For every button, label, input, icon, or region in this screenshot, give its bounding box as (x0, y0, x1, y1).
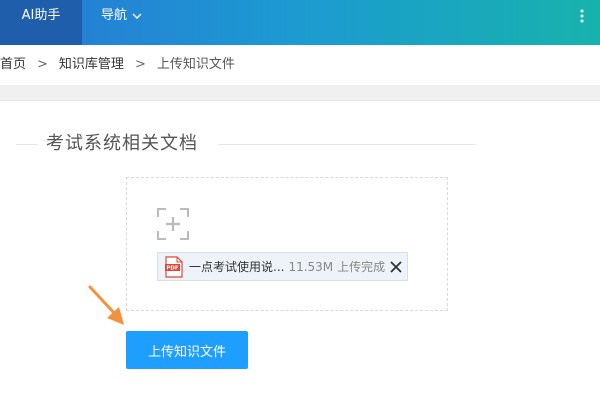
file-upload-status: 上传完成 (337, 260, 386, 274)
breadcrumb-knowledge-base[interactable]: 知识库管理 (59, 45, 124, 85)
nav-tab-ai-assistant-label: AI助手 (21, 8, 61, 23)
close-icon[interactable] (389, 260, 403, 274)
chevron-down-icon (132, 13, 142, 19)
nav-tab-ai-assistant[interactable]: AI助手 (0, 0, 82, 45)
nav-dropdown[interactable]: 导航 (101, 0, 143, 32)
breadcrumb-separator: > (37, 57, 48, 72)
pdf-file-icon: PDF (165, 255, 183, 278)
add-file-icon[interactable] (157, 208, 189, 240)
breadcrumb: 首页 > 知识库管理 > 上传知识文件 (0, 45, 600, 86)
section-line-right (218, 144, 476, 145)
top-nav-bar: AI助手 导航 (0, 0, 600, 45)
file-size: 11.53M (288, 259, 334, 274)
annotation-arrow-icon (88, 285, 124, 325)
section-line-left (16, 144, 38, 145)
pdf-type-label: PDF (166, 265, 179, 271)
uploaded-file-item: PDF 一点考试使用说... 11.53M 上传完成 (157, 252, 408, 281)
breadcrumb-home[interactable]: 首页 (0, 45, 26, 85)
breadcrumb-separator: > (134, 57, 146, 72)
more-vertical-icon[interactable] (574, 6, 590, 26)
nav-dropdown-label: 导航 (101, 8, 128, 23)
section-title: 考试系统相关文档 (46, 133, 198, 154)
breadcrumb-current: 上传知识文件 (156, 57, 235, 72)
file-name: 一点考试使用说... (189, 260, 285, 274)
content-divider (0, 86, 600, 101)
upload-drop-zone[interactable] (126, 177, 448, 311)
upload-knowledge-file-button[interactable]: 上传知识文件 (126, 331, 248, 369)
